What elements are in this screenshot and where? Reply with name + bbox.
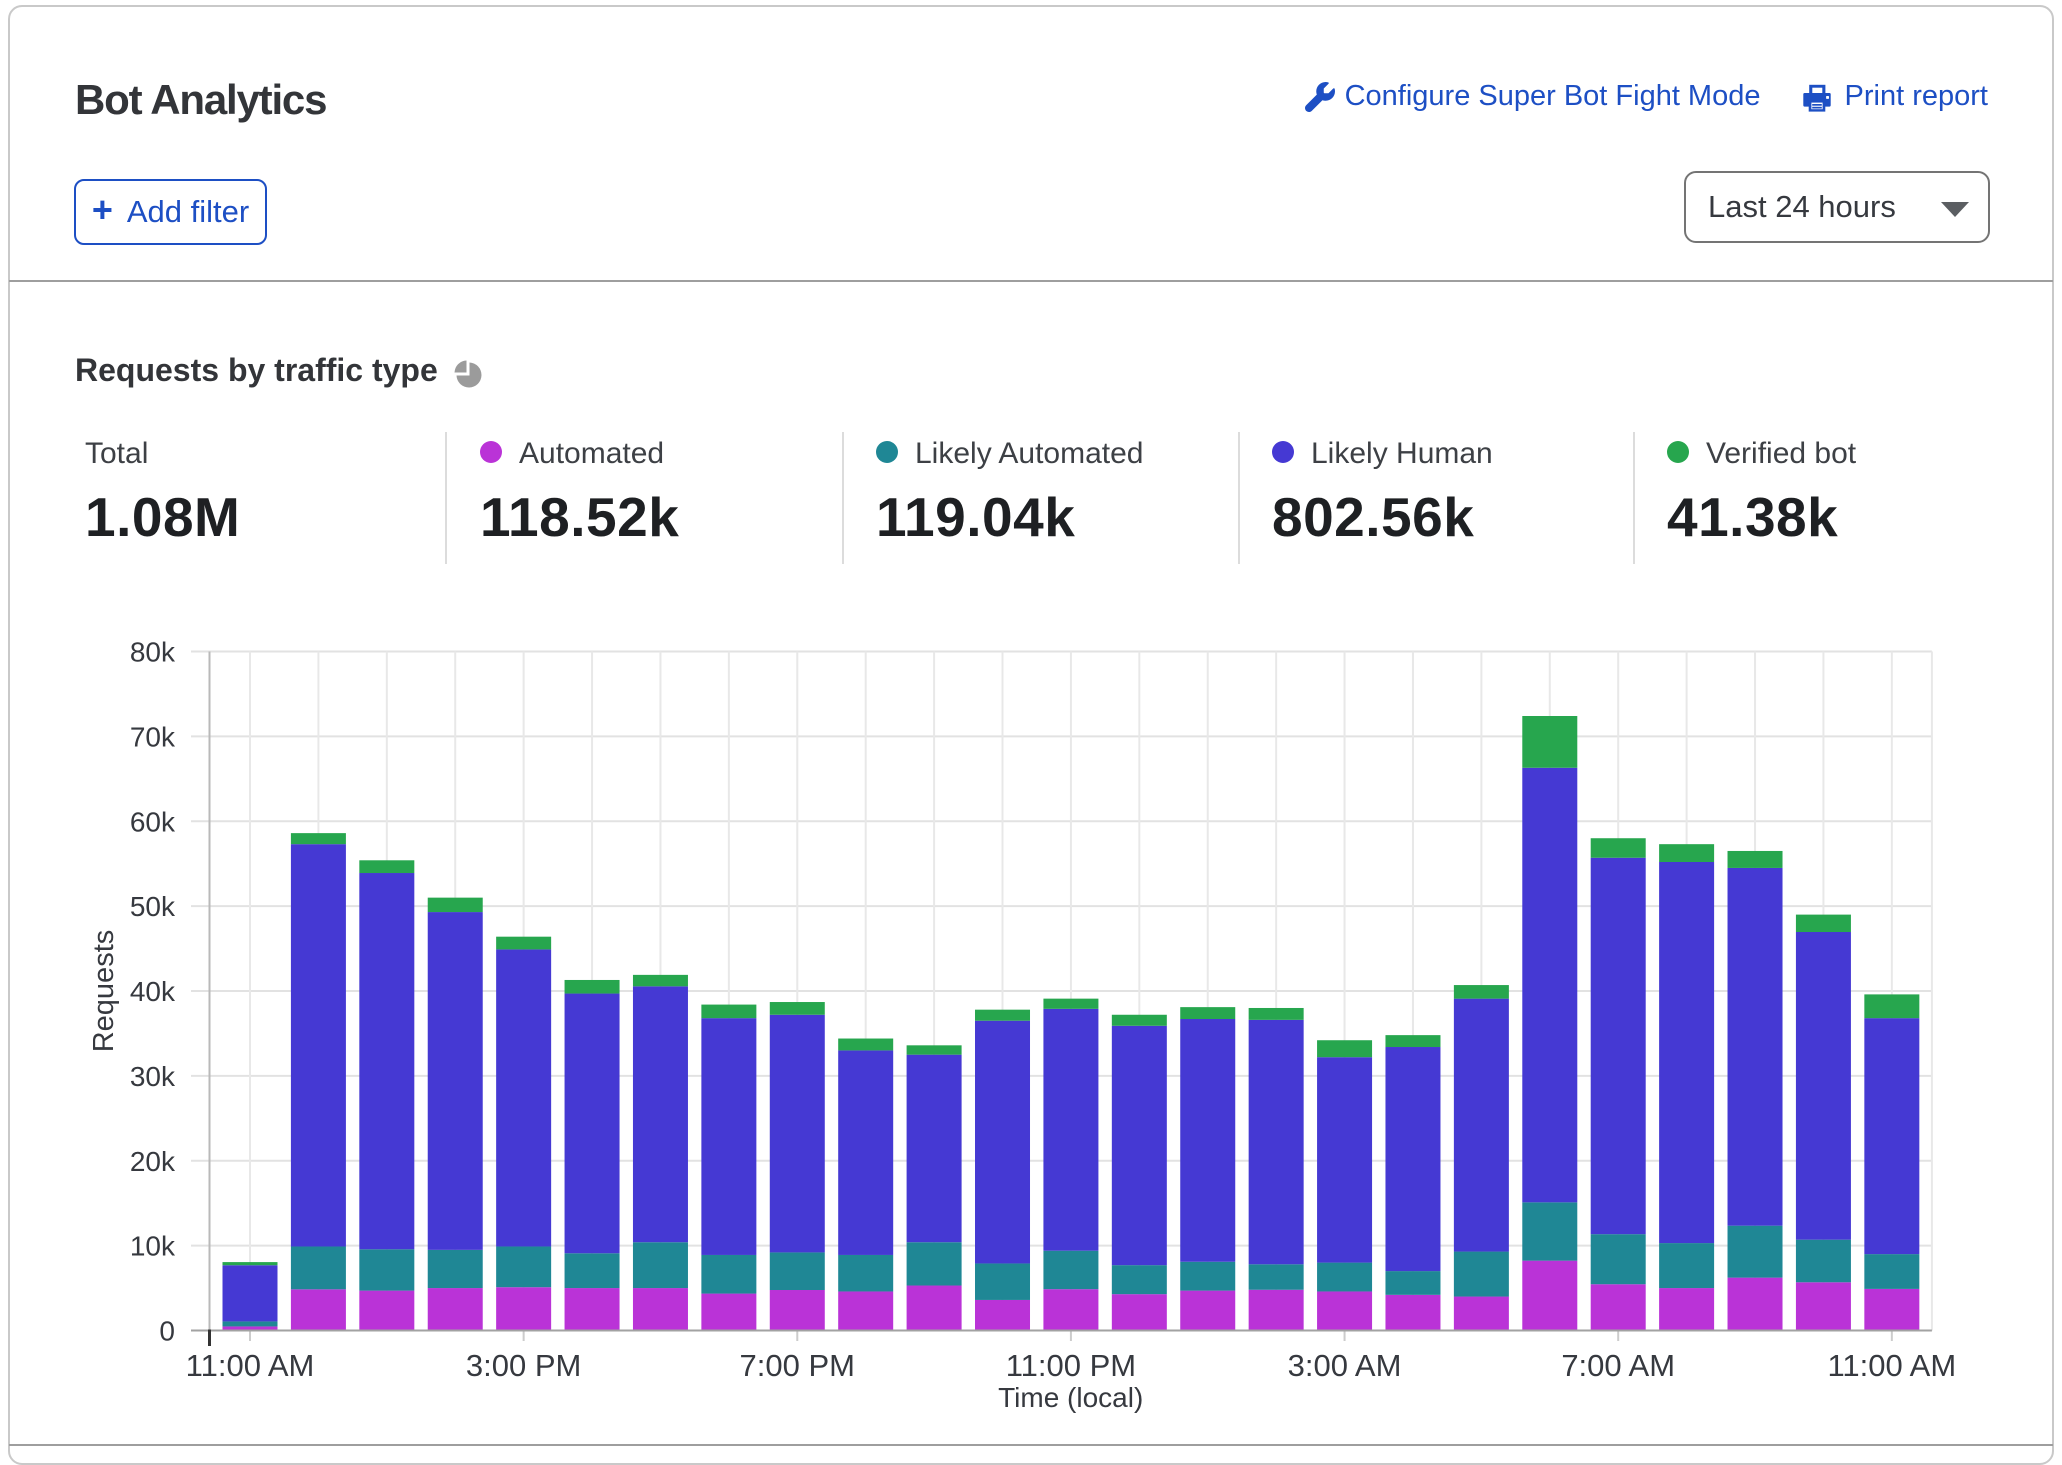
svg-text:7:00 AM: 7:00 AM [1561, 1348, 1675, 1383]
svg-text:0: 0 [159, 1316, 175, 1347]
svg-text:11:00 AM: 11:00 AM [1827, 1348, 1956, 1383]
svg-text:7:00 PM: 7:00 PM [740, 1348, 855, 1383]
svg-text:Time (local): Time (local) [998, 1382, 1143, 1413]
svg-text:80k: 80k [130, 637, 176, 668]
svg-text:30k: 30k [130, 1061, 176, 1092]
svg-text:50k: 50k [130, 891, 176, 922]
svg-text:40k: 40k [130, 976, 176, 1007]
svg-text:70k: 70k [130, 721, 176, 752]
svg-text:11:00 PM: 11:00 PM [1006, 1348, 1136, 1383]
svg-text:3:00 AM: 3:00 AM [1288, 1348, 1402, 1383]
svg-text:3:00 PM: 3:00 PM [466, 1348, 581, 1383]
svg-text:60k: 60k [130, 806, 176, 837]
svg-text:20k: 20k [130, 1146, 176, 1177]
svg-text:10k: 10k [130, 1231, 176, 1262]
svg-text:11:00 AM: 11:00 AM [186, 1348, 315, 1383]
svg-text:Requests: Requests [88, 930, 120, 1053]
